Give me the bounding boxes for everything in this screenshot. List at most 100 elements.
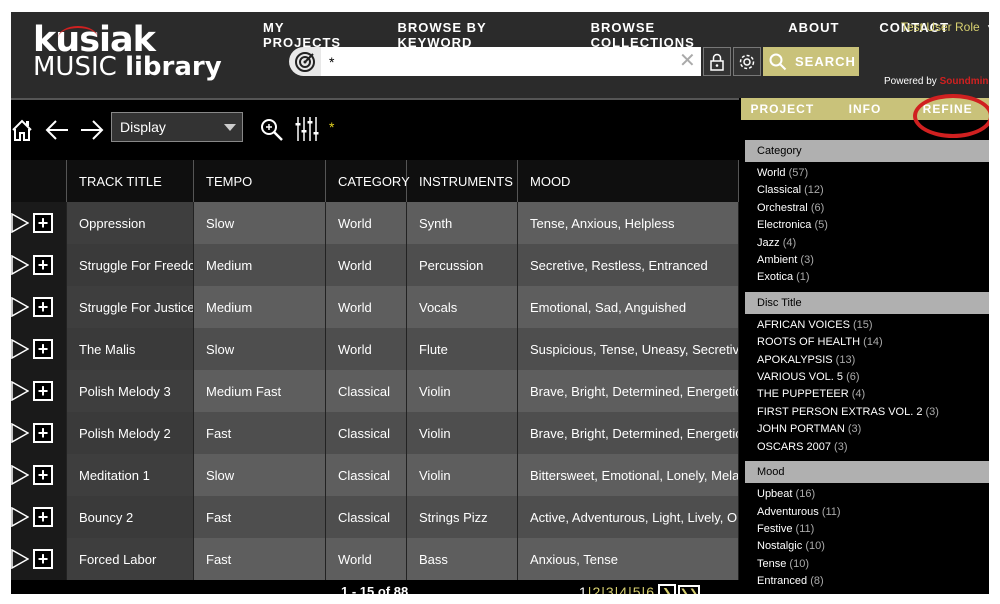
add-icon[interactable]: + <box>33 507 53 527</box>
facet-item[interactable]: APOKALYPSIS (13) <box>745 352 989 369</box>
play-icon[interactable] <box>11 213 29 233</box>
page-link[interactable]: 3 <box>606 584 614 594</box>
facet-section-header[interactable]: Disc Title <box>745 291 989 314</box>
facet-count: (16) <box>795 488 816 501</box>
play-icon[interactable] <box>11 423 29 443</box>
column-header-tempo[interactable]: TEMPO <box>194 160 326 202</box>
cell-track-title[interactable]: Oppression <box>67 202 194 244</box>
add-icon[interactable]: + <box>33 549 53 569</box>
cell-track-title[interactable]: Bouncy 2 <box>67 496 194 538</box>
add-icon[interactable]: + <box>33 255 53 275</box>
facet-item[interactable]: AFRICAN VOICES (15) <box>745 317 989 334</box>
facet-item[interactable]: ROOTS OF HEALTH (14) <box>745 334 989 351</box>
table-row[interactable]: + The Malis Slow World Flute Suspicious, Tens… <box>11 328 739 370</box>
play-icon[interactable] <box>11 465 29 485</box>
add-icon[interactable]: + <box>33 213 53 233</box>
target-icon[interactable] <box>289 47 321 76</box>
nav-my-projects[interactable]: MY PROJECTS <box>263 20 358 50</box>
cell-track-title[interactable]: Polish Melody 3 <box>67 370 194 412</box>
add-icon[interactable]: + <box>33 381 53 401</box>
page-link[interactable]: 4 <box>619 584 627 594</box>
facet-section-header[interactable]: Mood <box>745 461 989 484</box>
facet-item[interactable]: Exotica (1) <box>745 269 989 286</box>
facet-item[interactable]: OSCARS 2007 (3) <box>745 439 989 456</box>
play-icon[interactable] <box>11 381 29 401</box>
table-row[interactable]: + Bouncy 2 Fast Classical Strings Pizz Active… <box>11 496 739 538</box>
tab-info[interactable]: INFO <box>824 98 907 120</box>
facet-item[interactable]: THE PUPPETEER (4) <box>745 386 989 403</box>
lock-icon[interactable] <box>703 47 731 76</box>
facet-item[interactable]: Orchestral (6) <box>745 200 989 217</box>
zoom-icon[interactable] <box>260 118 284 147</box>
facet-item[interactable]: Electronica (5) <box>745 217 989 234</box>
cell-track-title[interactable]: Meditation 1 <box>67 454 194 496</box>
column-header-mood[interactable]: MOOD <box>518 160 739 202</box>
sliders-icon[interactable] <box>295 116 319 147</box>
play-icon[interactable] <box>11 507 29 527</box>
facet-item[interactable]: Ambient (3) <box>745 252 989 269</box>
page-link[interactable]: 5 <box>633 584 641 594</box>
powered-brand[interactable]: Soundmine <box>940 76 989 87</box>
user-role-menu[interactable]: Test User Role ▼ <box>901 20 989 34</box>
cell-track-title[interactable]: Forced Labor <box>67 538 194 580</box>
table-row[interactable]: + Oppression Slow World Synth Tense, Anxious,… <box>11 202 739 244</box>
play-icon[interactable] <box>11 255 29 275</box>
logo-bottom: MUSIC library <box>33 54 222 80</box>
play-icon[interactable] <box>11 297 29 317</box>
facet-item[interactable]: Festive (11) <box>745 521 989 538</box>
cell-track-title[interactable]: The Malis <box>67 328 194 370</box>
facet-item[interactable]: Upbeat (16) <box>745 486 989 503</box>
facet-item[interactable]: VARIOUS VOL. 5 (6) <box>745 369 989 386</box>
tab-project[interactable]: PROJECT <box>741 98 824 120</box>
cell-track-title[interactable]: Struggle For Justice <box>67 286 194 328</box>
add-icon[interactable]: + <box>33 297 53 317</box>
page-link[interactable]: 1 <box>579 584 587 594</box>
table-row[interactable]: + Struggle For Freedo Medium World Percussio… <box>11 244 739 286</box>
facet-count: (4) <box>782 236 797 249</box>
page-link[interactable]: 2 <box>592 584 600 594</box>
column-header-instruments[interactable]: INSTRUMENTS <box>407 160 518 202</box>
add-icon[interactable]: + <box>33 423 53 443</box>
nav-browse-by-keyword[interactable]: BROWSE BY KEYWORD <box>398 20 551 50</box>
facet-item[interactable]: JOHN PORTMAN (3) <box>745 421 989 438</box>
facet-count: (3) <box>834 440 848 453</box>
facet-item[interactable]: FIRST PERSON EXTRAS VOL. 2 (3) <box>745 404 989 421</box>
search-button[interactable]: SEARCH <box>763 47 859 76</box>
table-row[interactable]: + Meditation 1 Slow Classical Violin Bittersw… <box>11 454 739 496</box>
play-icon[interactable] <box>11 339 29 359</box>
facet-item[interactable]: World (57) <box>745 165 989 182</box>
search-icon <box>769 53 787 70</box>
gear-icon[interactable] <box>733 47 761 76</box>
next-page-icon[interactable]: ❯ <box>657 584 676 594</box>
facet-item[interactable]: Nostalgic (10) <box>745 538 989 555</box>
facet-count: (10) <box>789 557 809 570</box>
table-row[interactable]: + Forced Labor Fast World Bass Anxious, Tense <box>11 538 739 580</box>
home-icon[interactable] <box>11 118 33 147</box>
column-header-track-title[interactable]: TRACK TITLE <box>67 160 194 202</box>
facet-section-header[interactable]: Category <box>745 140 989 162</box>
add-icon[interactable]: + <box>33 339 53 359</box>
nav-browse-collections[interactable]: BROWSE COLLECTIONS <box>591 20 749 50</box>
facet-item[interactable]: Classical (12) <box>745 182 989 199</box>
cell-track-title[interactable]: Polish Melody 2 <box>67 412 194 454</box>
back-arrow-icon[interactable] <box>45 120 69 145</box>
clear-icon[interactable]: ✕ <box>679 50 696 72</box>
facet-item[interactable]: Jazz (4) <box>745 235 989 252</box>
column-header-category[interactable]: CATEGORY <box>326 160 410 202</box>
nav-about[interactable]: ABOUT <box>788 20 839 50</box>
play-icon[interactable] <box>11 549 29 569</box>
table-row[interactable]: + Polish Melody 3 Medium Fast Classical Viol… <box>11 370 739 412</box>
display-select[interactable]: Display <box>111 112 243 142</box>
search-input[interactable] <box>321 47 701 76</box>
table-row[interactable]: + Polish Melody 2 Fast Classical Violin Brave… <box>11 412 739 454</box>
forward-arrow-icon[interactable] <box>80 120 104 145</box>
table-row[interactable]: + Struggle For Justice Medium World Vocals Em… <box>11 286 739 328</box>
logo[interactable]: kusiak MUSIC library <box>33 22 222 80</box>
facet-item[interactable]: Entranced (8) <box>745 573 989 590</box>
facet-item[interactable]: Tense (10) <box>745 556 989 573</box>
facet-item[interactable]: Adventurous (11) <box>745 504 989 521</box>
cell-track-title[interactable]: Struggle For Freedo <box>67 244 194 286</box>
add-icon[interactable]: + <box>33 465 53 485</box>
last-page-icon[interactable]: ❯❯ <box>677 585 700 594</box>
page-link[interactable]: 6 <box>646 584 654 594</box>
